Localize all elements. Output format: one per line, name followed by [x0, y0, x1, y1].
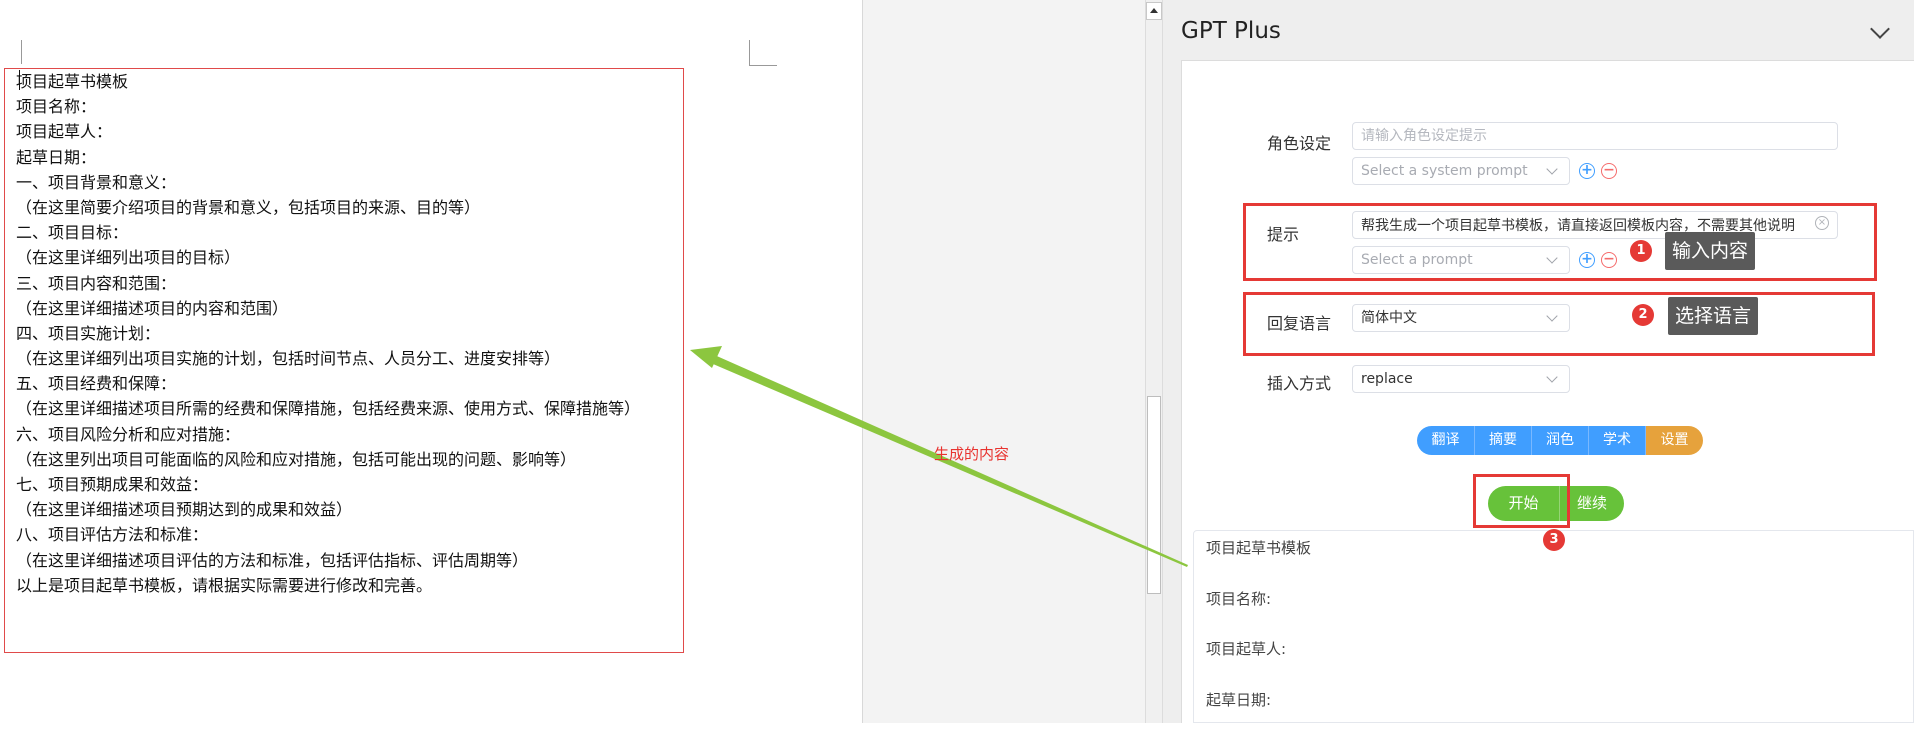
generated-content-arrow [0, 0, 1914, 723]
generated-content-label: 生成的内容 [934, 443, 1009, 464]
